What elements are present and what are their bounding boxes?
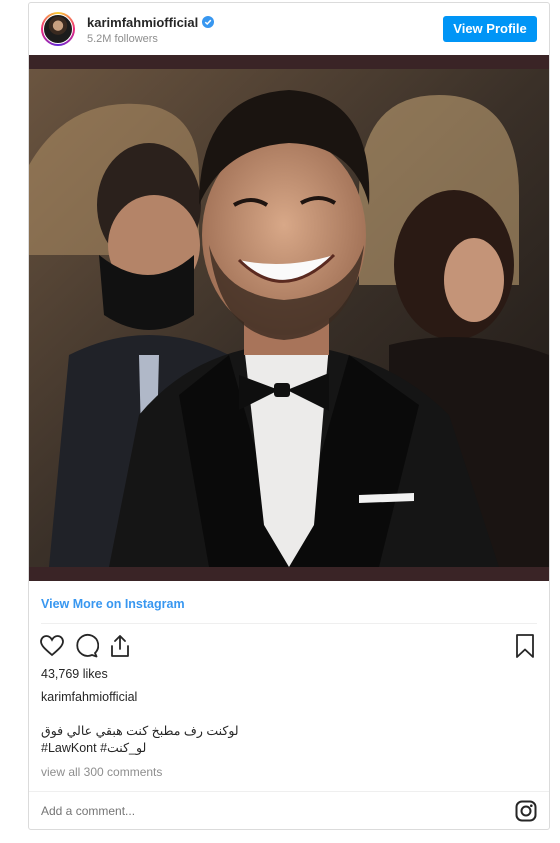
post-photo: [29, 55, 549, 581]
post-image[interactable]: [29, 55, 549, 581]
followers-count: 5.2M followers: [87, 33, 158, 45]
add-comment-input[interactable]: [41, 803, 481, 819]
avatar-image: [43, 14, 73, 44]
instagram-embed-card: karimfahmiofficial 5.2M followers View P…: [28, 2, 550, 830]
post-header: karimfahmiofficial 5.2M followers View P…: [29, 3, 549, 55]
view-all-comments-link[interactable]: view all 300 comments: [41, 765, 162, 779]
view-profile-button[interactable]: View Profile: [443, 16, 537, 42]
view-more-on-instagram-link[interactable]: View More on Instagram: [41, 597, 185, 611]
heart-icon[interactable]: [39, 633, 65, 659]
share-icon[interactable]: [107, 633, 133, 659]
username-text[interactable]: karimfahmiofficial: [87, 15, 198, 30]
verified-badge-icon: [202, 16, 215, 28]
likes-count[interactable]: 43,769 likes: [41, 667, 108, 681]
bookmark-icon[interactable]: [513, 633, 537, 659]
divider: [41, 623, 537, 624]
caption-hashtags[interactable]: #LawKont #لو_كنت: [41, 740, 146, 755]
caption-text: لوكنت رف مطبخ كنت هبقي عالي فوق: [41, 724, 239, 738]
instagram-icon[interactable]: [515, 800, 537, 822]
caption-username[interactable]: karimfahmiofficial: [41, 690, 137, 704]
username[interactable]: karimfahmiofficial: [87, 15, 215, 30]
divider: [29, 791, 549, 792]
comment-icon[interactable]: [73, 633, 99, 659]
avatar[interactable]: [41, 12, 75, 46]
